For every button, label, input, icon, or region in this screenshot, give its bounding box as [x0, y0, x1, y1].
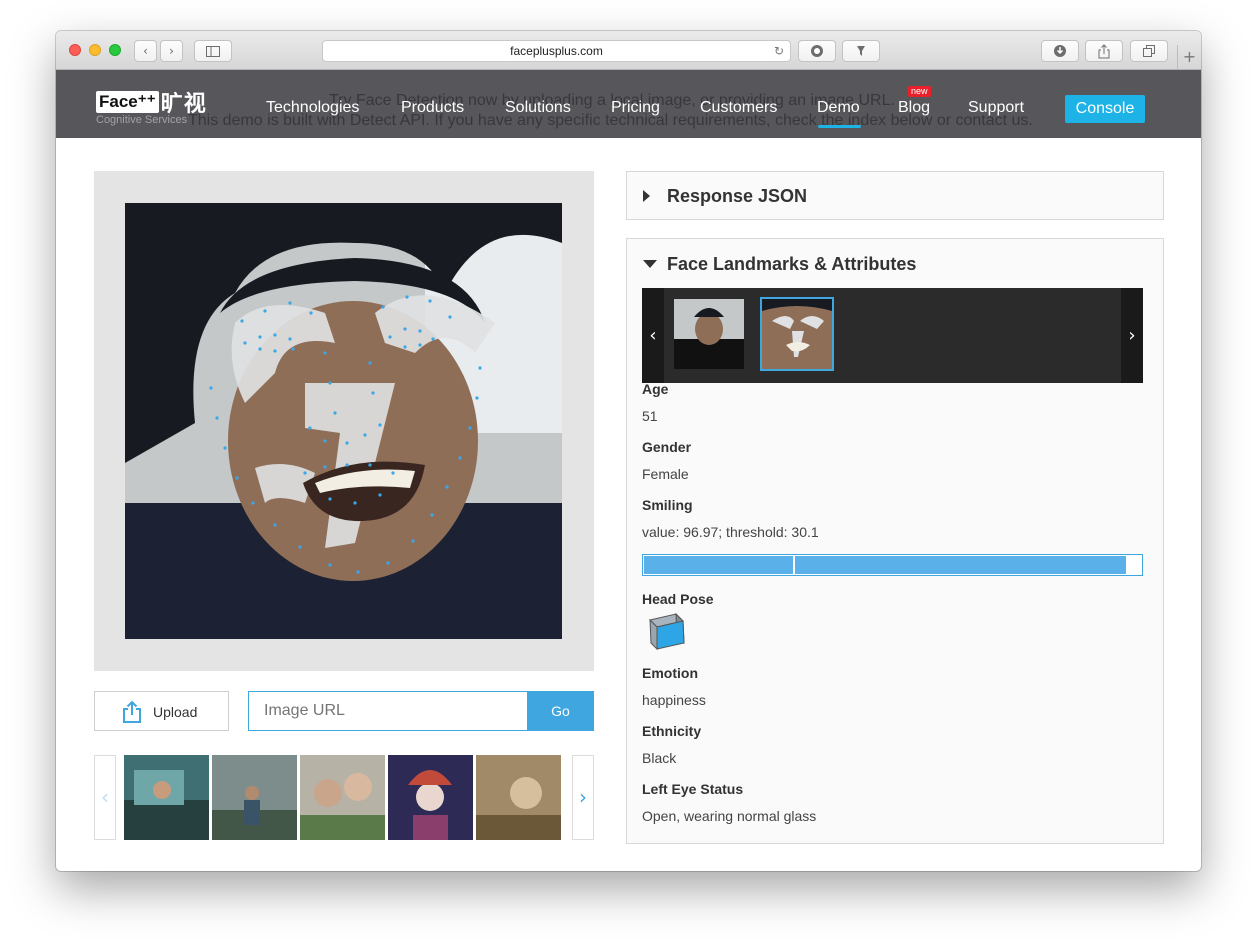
- landmarks-attributes-title[interactable]: Face Landmarks & Attributes: [667, 254, 916, 275]
- tabs-overview-button[interactable]: [1130, 40, 1168, 62]
- minimize-window-button[interactable]: [89, 44, 101, 56]
- sample-image-1[interactable]: [124, 755, 209, 840]
- age-value: 51: [642, 408, 658, 424]
- gender-label: Gender: [642, 439, 692, 455]
- nav-solutions[interactable]: Solutions: [505, 99, 571, 117]
- detected-faces-strip: ‹ ›: [642, 288, 1143, 383]
- ghost-extension-icon: [811, 45, 823, 57]
- privacy-extension-button[interactable]: [798, 40, 836, 62]
- new-badge: new: [908, 86, 931, 97]
- tabs-icon: [1143, 45, 1155, 57]
- sidebar-icon: [206, 46, 220, 57]
- sample-image-4[interactable]: [388, 755, 473, 840]
- emotion-value: happiness: [642, 692, 706, 708]
- face-thumbnail-2[interactable]: [760, 297, 834, 371]
- response-json-accordion[interactable]: Response JSON: [626, 171, 1164, 220]
- landmarks-attributes-panel: Face Landmarks & Attributes ‹ › Age 51 G…: [626, 238, 1164, 844]
- chevron-right-icon: ›: [1128, 325, 1136, 346]
- chevron-right-icon: ›: [579, 785, 587, 809]
- nav-demo[interactable]: Demo: [817, 99, 860, 117]
- face-thumbnail-1[interactable]: [674, 299, 744, 369]
- ethnicity-label: Ethnicity: [642, 723, 702, 739]
- sample-image-2[interactable]: [212, 755, 297, 840]
- faces-prev-button[interactable]: ‹: [642, 288, 664, 383]
- address-bar[interactable]: faceplusplus.com ↻: [322, 40, 791, 62]
- sample-prev-button[interactable]: ‹: [94, 755, 116, 840]
- close-window-button[interactable]: [69, 44, 81, 56]
- sample-image-5[interactable]: [476, 755, 561, 840]
- faces-next-button[interactable]: ›: [1121, 288, 1143, 383]
- url-text: faceplusplus.com: [510, 44, 603, 58]
- detection-image-panel: [94, 171, 594, 671]
- caret-down-icon[interactable]: [643, 260, 657, 268]
- share-button[interactable]: [1085, 40, 1123, 62]
- nav-customers[interactable]: Customers: [700, 99, 777, 117]
- nav-products[interactable]: Products: [401, 99, 464, 117]
- smiling-progress-fill: [644, 556, 1126, 574]
- plus-icon: +: [1182, 47, 1197, 66]
- left-eye-status-label: Left Eye Status: [642, 781, 744, 797]
- ethnicity-value: Black: [642, 750, 677, 766]
- image-url-input[interactable]: [248, 691, 528, 731]
- nav-technologies[interactable]: Technologies: [266, 99, 359, 117]
- chevron-left-icon: ‹: [143, 44, 148, 58]
- head-pose-cube-icon: [649, 612, 685, 651]
- chevron-left-icon: ‹: [101, 785, 109, 809]
- detected-face-photo: [125, 203, 562, 639]
- active-nav-indicator: [818, 125, 861, 128]
- nav-support[interactable]: Support: [968, 99, 1024, 117]
- zoom-window-button[interactable]: [109, 44, 121, 56]
- head-pose-label: Head Pose: [642, 591, 714, 607]
- downloads-button[interactable]: [1041, 40, 1079, 62]
- sample-image-3[interactable]: [300, 755, 385, 840]
- face-photo-illustration: [125, 203, 562, 639]
- upload-icon: [123, 700, 141, 723]
- nav-pricing[interactable]: Pricing: [611, 99, 660, 117]
- browser-window: ‹ › faceplusplus.com ↻ + Try Face Detect…: [56, 31, 1201, 871]
- go-button[interactable]: Go: [527, 691, 594, 731]
- gender-value: Female: [642, 466, 689, 482]
- upload-label: Upload: [153, 704, 198, 720]
- chevron-right-icon: ›: [169, 44, 174, 58]
- left-eye-status-value: Open, wearing normal glass: [642, 808, 817, 824]
- pin-extension-icon: [857, 46, 865, 56]
- faceplusplus-logo[interactable]: Face⁺⁺ 旷视 Cognitive Services: [96, 86, 207, 126]
- emotion-label: Emotion: [642, 665, 698, 681]
- browser-toolbar: ‹ › faceplusplus.com ↻ +: [56, 31, 1201, 70]
- download-icon: [1054, 45, 1066, 57]
- response-json-title: Response JSON: [667, 186, 808, 206]
- back-button[interactable]: ‹: [134, 40, 157, 62]
- logo-subtitle: Cognitive Services: [96, 114, 188, 126]
- new-tab-button[interactable]: +: [1177, 45, 1201, 70]
- logo-face-text: Face⁺⁺: [96, 91, 159, 113]
- caret-right-icon: [643, 190, 650, 202]
- nav-blog[interactable]: Blog: [898, 99, 930, 117]
- chevron-left-icon: ‹: [649, 325, 657, 346]
- smiling-threshold-marker: [793, 555, 795, 575]
- console-button[interactable]: Console: [1065, 95, 1145, 123]
- sidebar-button[interactable]: [194, 40, 232, 62]
- upload-button[interactable]: Upload: [94, 691, 229, 731]
- smiling-value: value: 96.97; threshold: 30.1: [642, 524, 819, 540]
- forward-button[interactable]: ›: [160, 40, 183, 62]
- sample-next-button[interactable]: ›: [572, 755, 594, 840]
- smiling-progress-bar: [642, 554, 1143, 576]
- site-header: Try Face Detection now by uploading a lo…: [56, 70, 1201, 138]
- smiling-label: Smiling: [642, 497, 693, 513]
- pin-extension-button[interactable]: [842, 40, 880, 62]
- reload-icon[interactable]: ↻: [774, 41, 784, 61]
- age-label: Age: [642, 381, 669, 397]
- share-icon: [1098, 44, 1110, 59]
